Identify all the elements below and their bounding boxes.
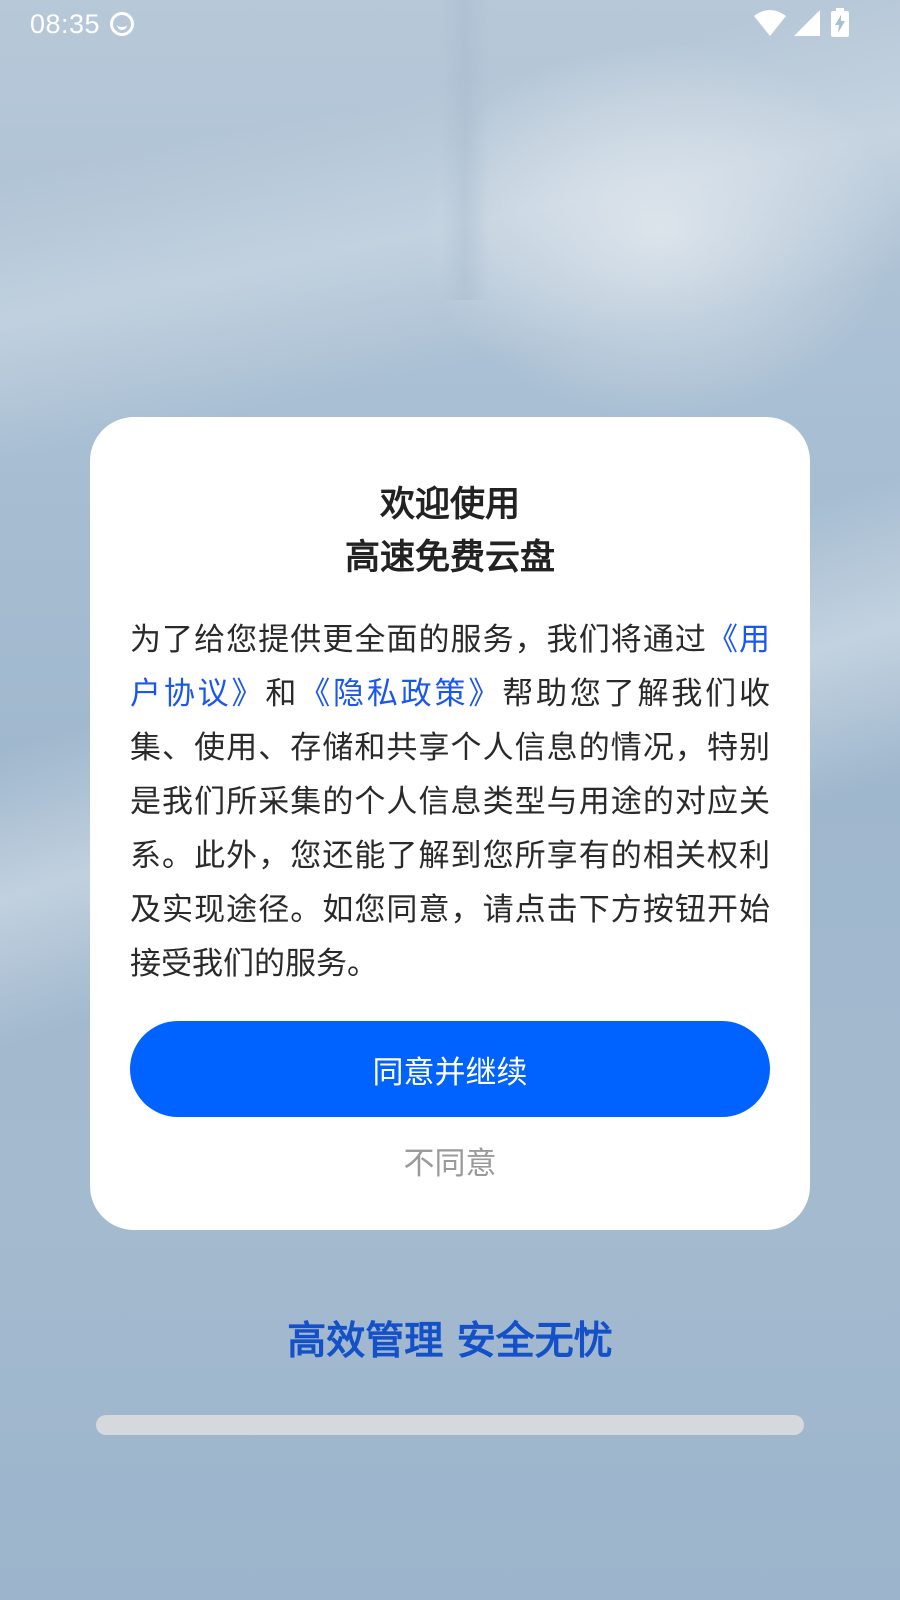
dialog-title: 欢迎使用 高速免费云盘 bbox=[90, 479, 810, 585]
privacy-dialog: 欢迎使用 高速免费云盘 为了给您提供更全面的服务，我们将通过《用户协议》和《隐私… bbox=[90, 417, 810, 1230]
loading-progress-bar bbox=[96, 1415, 804, 1435]
background-glow bbox=[420, 40, 900, 420]
status-time: 08:35 bbox=[30, 8, 101, 39]
signal-icon bbox=[794, 10, 820, 36]
dialog-title-line1: 欢迎使用 bbox=[379, 485, 520, 525]
body-text-details: 帮助您了解我们收集、使用、存储和共享个人信息的情况，特别是我们所采集的个人信息类… bbox=[130, 676, 771, 982]
status-icons bbox=[754, 8, 850, 38]
body-text-intro: 为了给您提供更全面的服务，我们将通过 bbox=[130, 622, 707, 658]
notification-icon bbox=[110, 12, 135, 36]
dialog-body-text: 为了给您提供更全面的服务，我们将通过《用户协议》和《隐私政策》帮助您了解我们收集… bbox=[130, 613, 770, 991]
body-text-and: 和 bbox=[265, 676, 300, 712]
status-bar: 08:35 bbox=[0, 0, 900, 48]
slogan-text: 高效管理 安全无忧 bbox=[287, 1319, 613, 1364]
privacy-policy-link[interactable]: 《隐私政策》 bbox=[299, 676, 502, 712]
dialog-title-line2: 高速免费云盘 bbox=[344, 538, 555, 578]
wifi-icon bbox=[754, 10, 786, 36]
battery-charging-icon bbox=[831, 8, 849, 37]
agree-continue-button[interactable]: 同意并继续 bbox=[130, 1021, 770, 1117]
disagree-button[interactable]: 不同意 bbox=[90, 1135, 810, 1185]
